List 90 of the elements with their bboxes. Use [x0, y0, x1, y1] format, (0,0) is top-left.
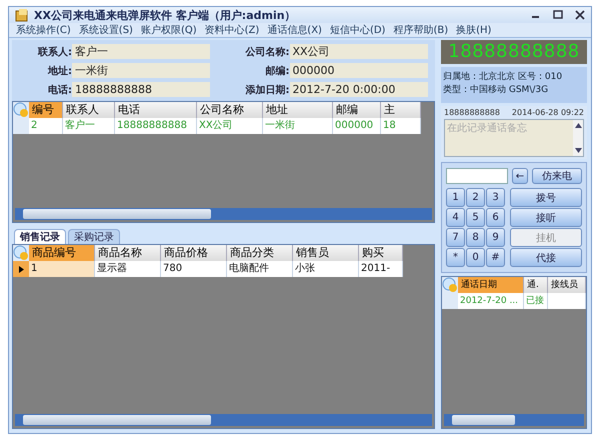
menu-item[interactable]: 系统设置(S): [74, 23, 137, 37]
window-title: XX公司来电通来电弹屏软件 客户端（用户:admin）: [34, 8, 296, 22]
table-cell: 000000: [333, 118, 381, 134]
keypad-key[interactable]: #: [486, 248, 505, 267]
table-cell: 2: [29, 118, 63, 134]
table-cell: 已接: [524, 293, 548, 309]
maximize-icon[interactable]: [553, 10, 563, 20]
column-header[interactable]: 商品价格: [161, 245, 227, 261]
call-action-button[interactable]: 拨号: [510, 188, 582, 207]
tab[interactable]: 采购记录: [68, 229, 120, 244]
table-cell: 2011-: [359, 261, 403, 277]
scrollbar[interactable]: [15, 414, 432, 426]
table-cell: 一米街: [263, 118, 333, 134]
table-cell: 显示器: [95, 261, 161, 277]
text-field[interactable]: XX公司: [290, 44, 428, 59]
menu-item[interactable]: 系统操作(C): [12, 23, 75, 37]
column-header[interactable]: 商品编号: [29, 245, 95, 261]
table-cell: 18888888888: [115, 118, 197, 134]
phone-number: 18888888888: [444, 108, 500, 117]
close-icon[interactable]: [575, 10, 585, 20]
keypad-key[interactable]: 9: [486, 228, 505, 247]
dial-field[interactable]: [446, 168, 508, 184]
field-label: 公司名称:: [244, 46, 290, 58]
keypad-key[interactable]: 1: [446, 188, 465, 207]
text-field[interactable]: 客户一: [72, 44, 210, 59]
field-label: 添加日期:: [244, 84, 290, 96]
keypad-key[interactable]: 5: [466, 208, 485, 227]
scrollbar[interactable]: [444, 414, 584, 426]
column-header[interactable]: 邮编: [333, 102, 381, 118]
column-header[interactable]: 主: [381, 102, 421, 118]
menu-item[interactable]: 短信中心(D): [326, 23, 390, 37]
field-label: 电话:: [47, 84, 72, 96]
text-field[interactable]: 一米街: [72, 63, 210, 78]
column-header[interactable]: 编号: [29, 102, 63, 118]
keypad-key[interactable]: *: [446, 248, 465, 267]
text-field[interactable]: 18888888888: [72, 82, 210, 97]
keypad-key[interactable]: 4: [446, 208, 465, 227]
keypad-key[interactable]: 8: [466, 228, 485, 247]
column-header[interactable]: 接线员: [548, 277, 586, 293]
call-action-button[interactable]: 代接: [510, 248, 582, 267]
row-pointer-icon: [18, 266, 24, 272]
table-cell: 2012-7-20 ...: [458, 293, 524, 309]
row-header[interactable]: [13, 261, 29, 277]
column-header[interactable]: 购买: [359, 245, 403, 261]
menu-item[interactable]: 程序帮助(B): [389, 23, 452, 37]
keypad-key[interactable]: 2: [466, 188, 485, 207]
column-header[interactable]: 地址: [263, 102, 333, 118]
phone-number-display: 18888888888: [441, 40, 587, 64]
menu-item[interactable]: 通话信息(X): [263, 23, 326, 37]
text-field[interactable]: 2012-7-20 0:00:00: [290, 82, 428, 97]
keypad-key[interactable]: 3: [486, 188, 505, 207]
scrollbar[interactable]: [15, 208, 432, 220]
caller-info: 类型：中国移动 GSM\/3G: [443, 84, 550, 96]
table-cell: 780: [161, 261, 227, 277]
globe-icon: [13, 245, 29, 261]
table-cell: 电脑配件: [227, 261, 293, 277]
table-cell: 18: [381, 118, 421, 134]
table-cell: [548, 293, 586, 309]
field-label: 邮编:: [264, 64, 290, 78]
field-label: 联系人:: [36, 46, 72, 58]
app-icon: [15, 8, 29, 22]
menu-item[interactable]: 资料中心(Z): [200, 23, 264, 37]
text-field[interactable]: 000000: [290, 63, 428, 78]
table-cell: 小张: [293, 261, 359, 277]
table-cell: 1: [29, 261, 95, 277]
keypad-key[interactable]: 0: [466, 248, 485, 267]
column-header[interactable]: 联系人: [63, 102, 115, 118]
globe-icon: [442, 277, 458, 293]
menu-item[interactable]: 换肤(H): [452, 23, 588, 37]
column-header[interactable]: 商品名称: [95, 245, 161, 261]
column-header[interactable]: 通话日期: [458, 277, 524, 293]
column-header[interactable]: 通.: [524, 277, 548, 293]
column-header[interactable]: 销售员: [293, 245, 359, 261]
fake-call-button[interactable]: 仿来电: [532, 168, 582, 184]
scroll-up-icon[interactable]: [574, 123, 582, 128]
scroll-down-icon[interactable]: [574, 148, 582, 153]
caller-info: 归属地：北京北京 区号：010: [443, 70, 564, 83]
keypad-key[interactable]: 7: [446, 228, 465, 247]
call-action-button[interactable]: 接听: [510, 208, 582, 227]
field-label: 地址:: [46, 64, 72, 78]
column-header[interactable]: 电话: [115, 102, 197, 118]
keypad-key[interactable]: 6: [486, 208, 505, 227]
backspace-button[interactable]: ←: [512, 168, 528, 184]
tab[interactable]: 销售记录: [14, 229, 66, 244]
menu-item[interactable]: 账户权限(Q): [136, 23, 201, 37]
timestamp: 2014-06-28 09:22: [512, 108, 584, 117]
column-header[interactable]: 商品分类: [227, 245, 293, 261]
table-cell: XX公司: [197, 118, 263, 134]
table-cell: 客户一: [63, 118, 115, 134]
column-header[interactable]: 公司名称: [197, 102, 263, 118]
